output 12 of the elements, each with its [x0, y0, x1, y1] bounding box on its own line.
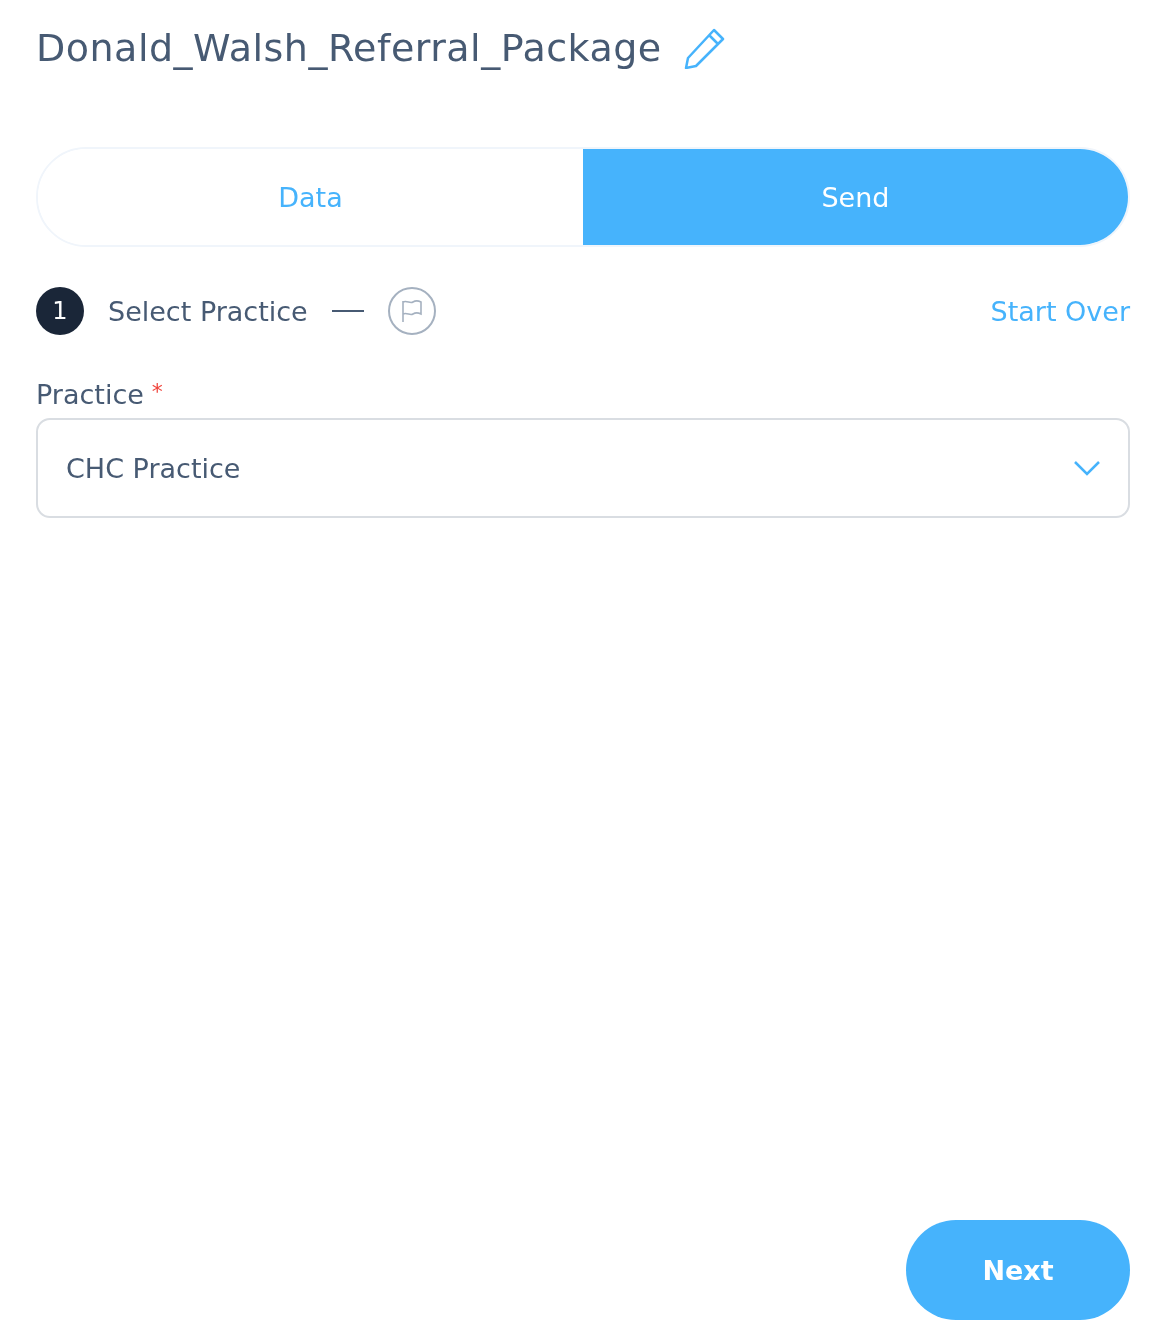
required-asterisk: *: [151, 379, 163, 406]
flag-icon: [400, 299, 423, 323]
tab[interactable]: Send: [583, 149, 1128, 245]
field-label: Practice: [36, 379, 144, 410]
step-label: Select Practice: [108, 295, 308, 327]
chevron-down-icon: [1074, 460, 1100, 476]
step-number: 1: [36, 287, 84, 335]
start-over-link[interactable]: Start Over: [990, 295, 1130, 327]
practice-dropdown[interactable]: CHC Practice: [36, 418, 1130, 518]
next-button[interactable]: Next: [906, 1220, 1130, 1320]
pencil-icon[interactable]: [683, 27, 726, 69]
document-title: Donald_Walsh_Referral_Package: [36, 26, 662, 70]
